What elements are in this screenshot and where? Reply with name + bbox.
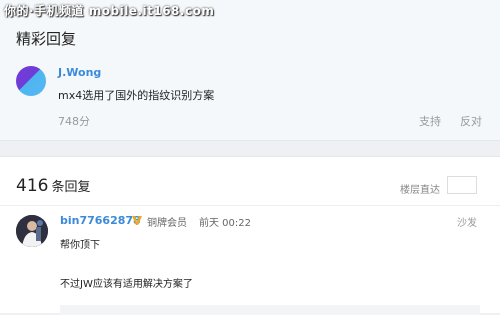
member-level: 铜牌会员 bbox=[147, 218, 187, 229]
user-avatar-bin[interactable] bbox=[16, 215, 48, 247]
highlight-replies-card: 精彩回复 J.Wong mx4选用了国外的指纹识别方案 748分 支持 反对 bbox=[0, 0, 500, 141]
support-button[interactable]: 支持 bbox=[419, 113, 441, 129]
comment-text: mx4选用了国外的指纹识别方案 bbox=[58, 89, 215, 102]
reply-count: 416 条回复 bbox=[16, 176, 90, 196]
floor-jump-input[interactable] bbox=[447, 176, 477, 194]
replies-card: 416 条回复 楼层直达 bin77662878 铜牌会员 前天 00:22 沙发… bbox=[0, 156, 500, 315]
site-watermark: 你的·手机频道 mobile.it168.com bbox=[4, 4, 215, 18]
highlight-section-title: 精彩回复 bbox=[16, 30, 77, 48]
user-avatar-jwong[interactable] bbox=[16, 66, 46, 96]
reply-username[interactable]: bin77662878 bbox=[60, 214, 141, 227]
avatar-photo-icon bbox=[16, 215, 48, 247]
v-verified-icon bbox=[132, 216, 142, 225]
quote-block bbox=[60, 305, 480, 315]
reply-count-number: 416 bbox=[16, 176, 49, 196]
reply-text-line1: 帮你顶下 bbox=[60, 240, 100, 251]
oppose-button[interactable]: 反对 bbox=[460, 113, 482, 129]
floor-jump-label: 楼层直达 bbox=[400, 185, 440, 196]
comment-username[interactable]: J.Wong bbox=[58, 66, 101, 79]
reply-time: 前天 00:22 bbox=[199, 218, 251, 229]
reply-count-label: 条回复 bbox=[51, 180, 91, 195]
reply-text-line2: 不过JW应该有适用解决方案了 bbox=[60, 279, 193, 290]
floor-label: 沙发 bbox=[457, 218, 477, 229]
header-divider bbox=[0, 205, 500, 206]
comment-score: 748分 bbox=[58, 115, 90, 128]
